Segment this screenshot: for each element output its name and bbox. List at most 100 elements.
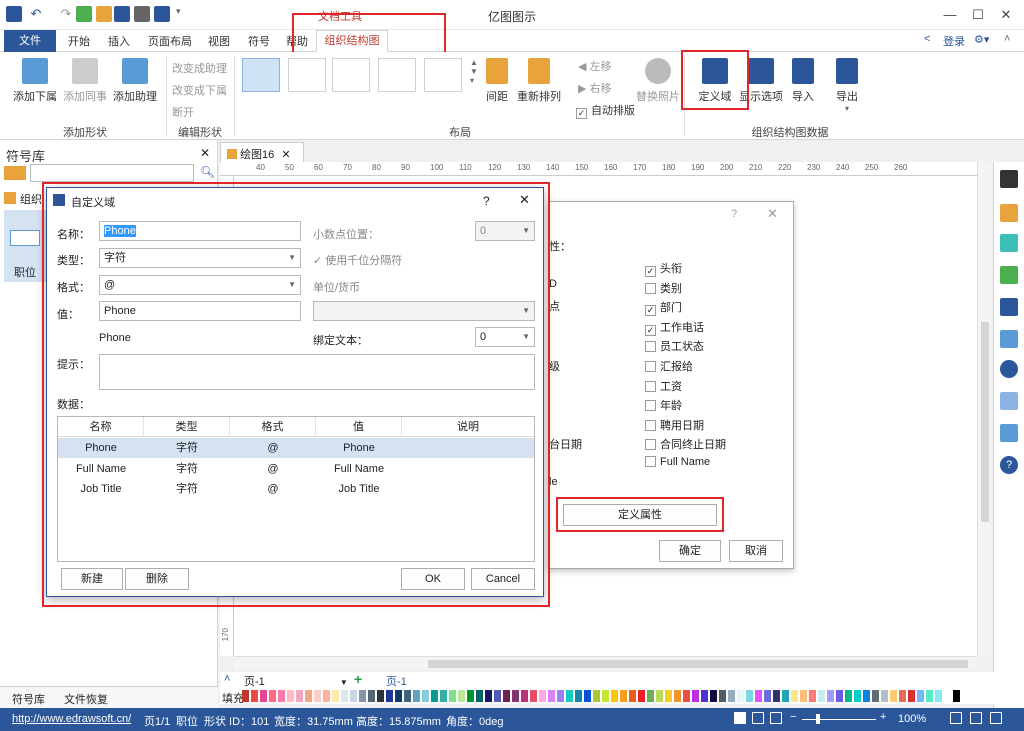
add-subordinate-button[interactable]: 添加下属 bbox=[10, 58, 60, 104]
color-swatch[interactable] bbox=[638, 690, 645, 702]
horizontal-scroll-thumb[interactable] bbox=[428, 660, 968, 668]
field-checkbox[interactable]: Full Name bbox=[645, 456, 710, 468]
tab-insert[interactable]: 插入 bbox=[108, 33, 130, 49]
color-swatch[interactable] bbox=[710, 690, 717, 702]
break-button[interactable]: 断开 bbox=[172, 104, 194, 120]
color-swatch[interactable] bbox=[665, 690, 672, 702]
spacing-button[interactable]: 间距 bbox=[482, 58, 512, 104]
settings-icon[interactable]: ⚙▾ bbox=[974, 33, 989, 46]
zoom-slider[interactable] bbox=[802, 719, 876, 720]
color-swatch[interactable] bbox=[368, 690, 375, 702]
color-swatch[interactable] bbox=[791, 690, 798, 702]
color-swatch[interactable] bbox=[557, 690, 564, 702]
color-swatch[interactable] bbox=[854, 690, 861, 702]
color-swatch[interactable] bbox=[917, 690, 924, 702]
fit-page-icon[interactable] bbox=[770, 712, 782, 724]
attachment-tool-icon[interactable] bbox=[1000, 392, 1018, 410]
color-swatch[interactable] bbox=[773, 690, 780, 702]
export-button[interactable]: 导出 ▾ bbox=[832, 58, 862, 113]
add-assistant-button[interactable]: 添加助理 bbox=[110, 58, 160, 104]
color-swatch[interactable] bbox=[422, 690, 429, 702]
color-swatch[interactable] bbox=[953, 690, 960, 702]
bg-dialog-help-icon[interactable]: ? bbox=[731, 208, 737, 220]
color-swatch[interactable] bbox=[512, 690, 519, 702]
field-checkbox[interactable]: ✓ 工作电话 bbox=[645, 319, 704, 336]
color-swatch[interactable] bbox=[944, 690, 951, 702]
color-swatch[interactable] bbox=[737, 690, 744, 702]
tab-page-layout[interactable]: 页面布局 bbox=[148, 33, 192, 49]
color-swatch[interactable] bbox=[341, 690, 348, 702]
color-swatch[interactable] bbox=[287, 690, 294, 702]
color-swatch[interactable] bbox=[584, 690, 591, 702]
color-swatch[interactable] bbox=[566, 690, 573, 702]
image-tool-icon[interactable] bbox=[1000, 266, 1018, 284]
color-swatch[interactable] bbox=[764, 690, 771, 702]
move-right-button[interactable]: ▶ 右移 bbox=[578, 80, 612, 96]
tab-file-recovery[interactable]: 文件恢复 bbox=[64, 691, 108, 707]
color-swatch[interactable] bbox=[305, 690, 312, 702]
close-tab-icon[interactable]: ✕ bbox=[281, 149, 290, 161]
color-swatch[interactable] bbox=[395, 690, 402, 702]
color-swatch[interactable] bbox=[467, 690, 474, 702]
rearrange-button[interactable]: 重新排列 bbox=[516, 58, 562, 104]
layout-style-2-icon[interactable] bbox=[288, 58, 326, 92]
color-swatch[interactable] bbox=[899, 690, 906, 702]
color-swatch[interactable] bbox=[611, 690, 618, 702]
color-swatch[interactable] bbox=[809, 690, 816, 702]
color-swatch[interactable] bbox=[242, 690, 249, 702]
search-icon[interactable]: 🔍︎ bbox=[200, 165, 215, 179]
presentation-icon[interactable] bbox=[970, 712, 982, 724]
color-swatch[interactable] bbox=[836, 690, 843, 702]
bg-cancel-button[interactable]: 取消 bbox=[729, 540, 783, 562]
color-swatch[interactable] bbox=[575, 690, 582, 702]
field-checkbox[interactable]: 类别 bbox=[645, 280, 682, 296]
zoom-out-icon[interactable]: − bbox=[790, 711, 796, 723]
close-window-icon[interactable]: ✕ bbox=[996, 6, 1016, 24]
shape-tile-position[interactable]: 职位 bbox=[4, 210, 46, 282]
color-swatch[interactable] bbox=[251, 690, 258, 702]
to-assistant-button[interactable]: 改变成助理 bbox=[172, 60, 227, 76]
color-swatch[interactable] bbox=[359, 690, 366, 702]
help-icon[interactable]: ? bbox=[1000, 456, 1018, 474]
library-menu-icon[interactable] bbox=[4, 166, 26, 180]
color-swatch[interactable] bbox=[377, 690, 384, 702]
minimize-icon[interactable]: — bbox=[940, 6, 960, 24]
to-subordinate-button[interactable]: 改变成下属 bbox=[172, 82, 227, 98]
color-swatch[interactable] bbox=[746, 690, 753, 702]
color-swatch[interactable] bbox=[269, 690, 276, 702]
field-checkbox[interactable]: 合同终止日期 bbox=[645, 436, 726, 452]
fit-width-icon[interactable] bbox=[990, 712, 1002, 724]
color-swatch[interactable] bbox=[440, 690, 447, 702]
tab-home[interactable]: 开始 bbox=[68, 33, 90, 49]
color-swatch[interactable] bbox=[800, 690, 807, 702]
auto-arrange-checkbox[interactable]: ✓ 自动排版 bbox=[576, 102, 635, 119]
tab-view[interactable]: 视图 bbox=[208, 33, 230, 49]
hyperlink-tool-icon[interactable] bbox=[1000, 360, 1018, 378]
collapse-ribbon-icon[interactable]: ˄ bbox=[1004, 33, 1010, 45]
color-swatch[interactable] bbox=[494, 690, 501, 702]
add-page-icon[interactable]: + bbox=[354, 671, 362, 687]
color-swatch[interactable] bbox=[926, 690, 933, 702]
color-swatch[interactable] bbox=[314, 690, 321, 702]
color-swatch[interactable] bbox=[602, 690, 609, 702]
color-swatch[interactable] bbox=[296, 690, 303, 702]
color-swatch[interactable] bbox=[386, 690, 393, 702]
line-tool-icon[interactable] bbox=[1000, 204, 1018, 222]
document-tab[interactable]: 绘图16 ✕ bbox=[220, 142, 304, 162]
maximize-icon[interactable]: ☐ bbox=[968, 6, 988, 24]
zoom-in-icon[interactable]: + bbox=[880, 711, 886, 723]
login-link[interactable]: 登录 bbox=[943, 33, 965, 49]
color-swatch[interactable] bbox=[818, 690, 825, 702]
add-colleague-button[interactable]: 添加同事 bbox=[60, 58, 110, 104]
import-button[interactable]: 导入 bbox=[788, 58, 818, 104]
move-left-button[interactable]: ◀ 左移 bbox=[578, 58, 612, 74]
vertical-scrollbar[interactable] bbox=[977, 162, 991, 656]
replace-photo-button[interactable]: 替换照片 bbox=[636, 58, 680, 104]
layer-tool-icon[interactable] bbox=[1000, 298, 1018, 316]
layout-style-4-icon[interactable] bbox=[378, 58, 416, 92]
view-page-icon[interactable] bbox=[752, 712, 764, 724]
color-swatch[interactable] bbox=[548, 690, 555, 702]
view-normal-icon[interactable] bbox=[734, 712, 746, 724]
tab-symbol-library[interactable]: 符号库 bbox=[12, 691, 45, 707]
field-checkbox[interactable]: ✓ 头衔 bbox=[645, 260, 682, 277]
